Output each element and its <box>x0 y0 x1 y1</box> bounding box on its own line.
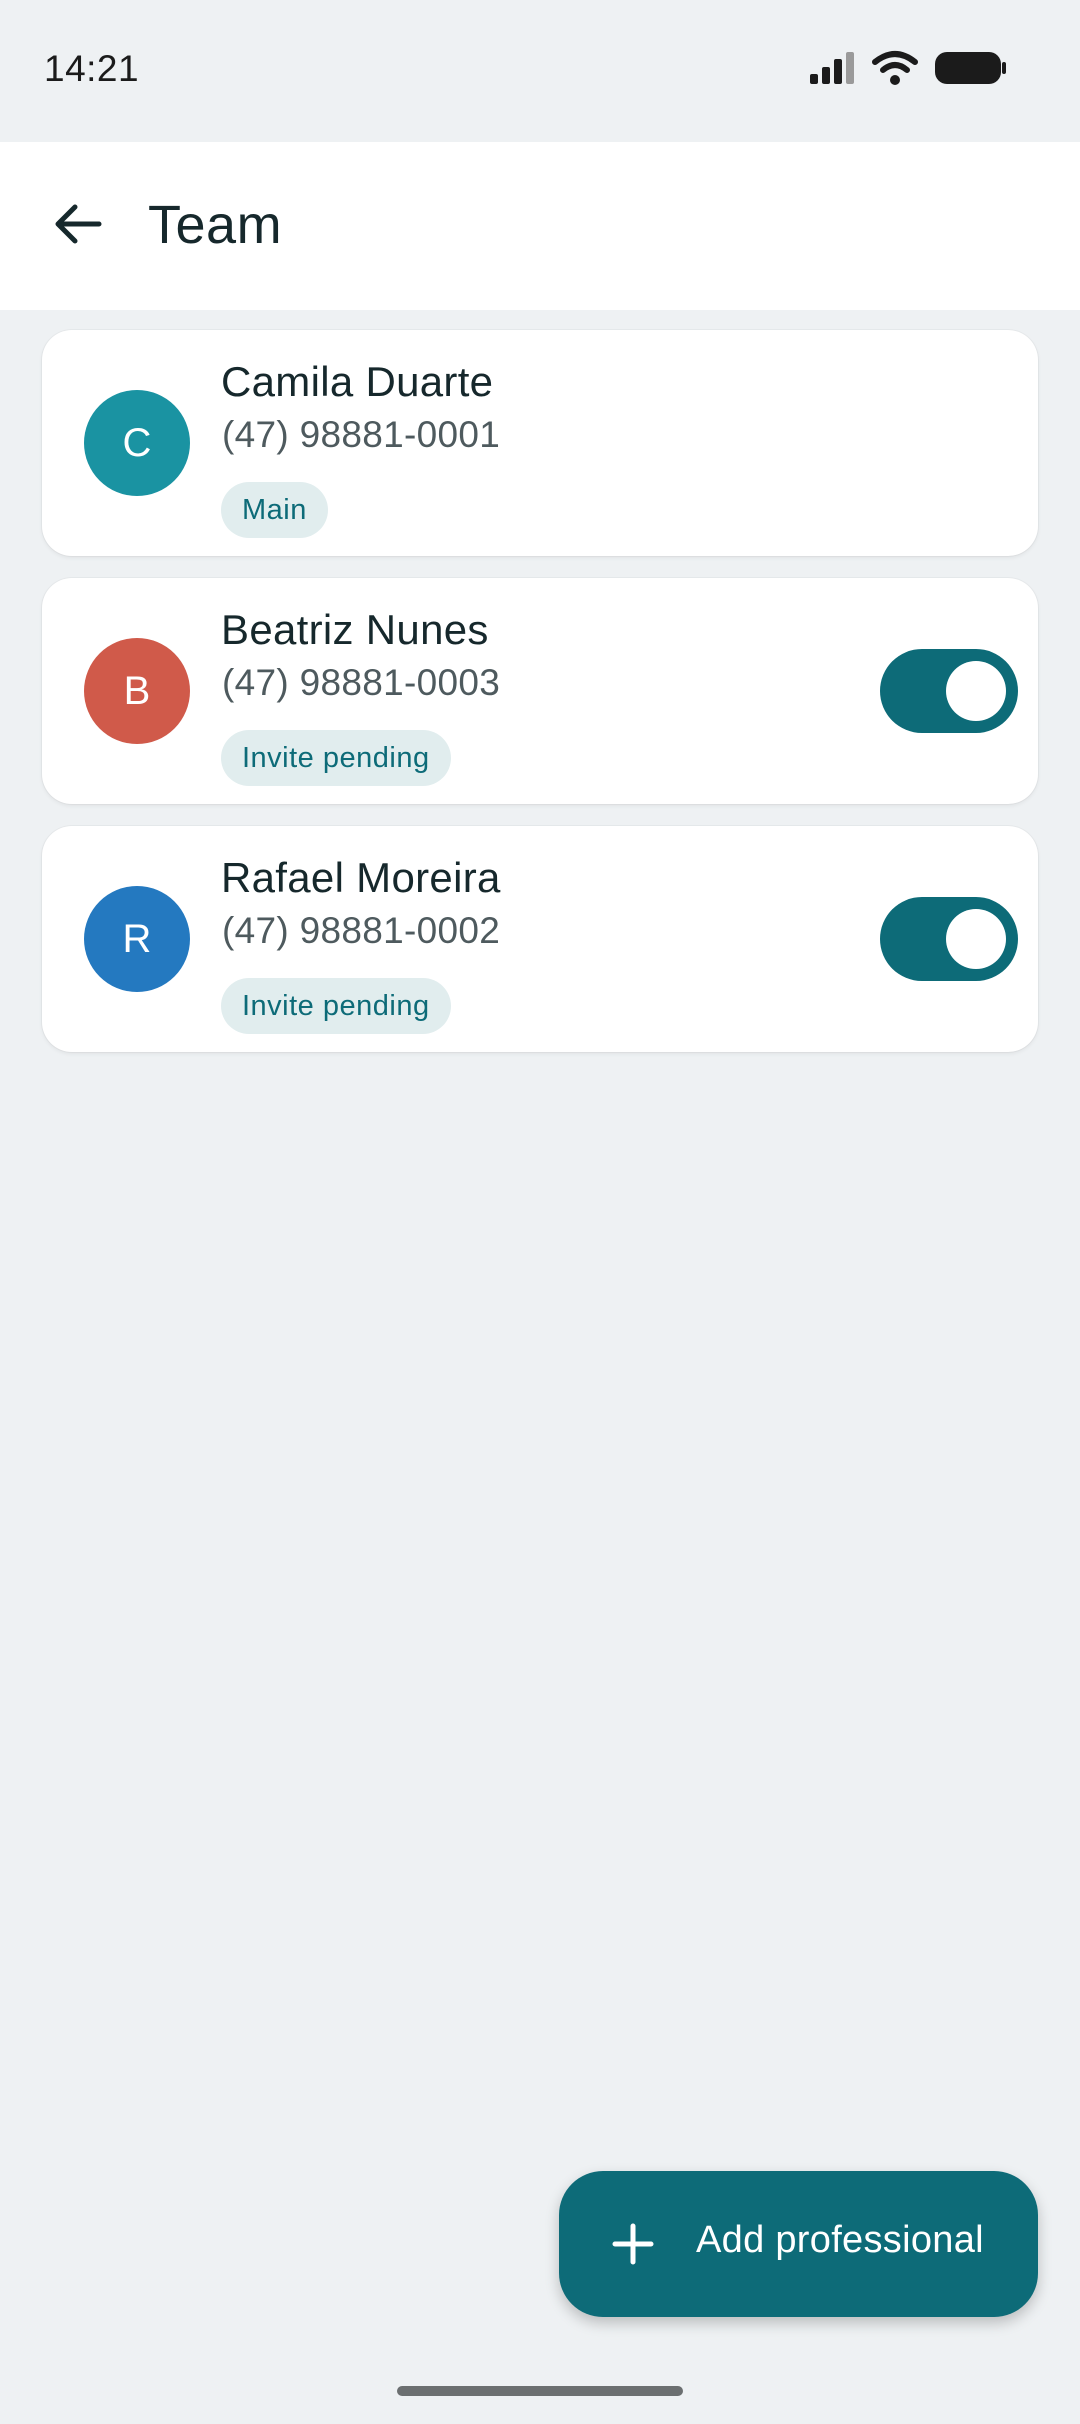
status-icons <box>808 50 1008 91</box>
team-member-list: C Camila Duarte (47) 98881-0001 Main B B… <box>42 330 1038 1074</box>
member-phone: (47) 98881-0003 <box>222 662 501 703</box>
toggle-knob <box>946 661 1006 721</box>
avatar-initial: B <box>123 668 151 713</box>
role-badge: Main <box>221 482 328 538</box>
add-professional-label: Add professional <box>696 2219 984 2261</box>
member-card[interactable]: B Beatriz Nunes (47) 98881-0003 Invite p… <box>42 578 1038 804</box>
arrow-left-icon <box>53 202 103 251</box>
member-phone: (47) 98881-0001 <box>222 414 501 455</box>
avatar-initial: R <box>122 916 152 961</box>
avatar-initial: C <box>122 420 152 465</box>
back-button[interactable] <box>34 182 122 270</box>
avatar: R <box>84 886 190 992</box>
status-time: 14:21 <box>44 48 140 89</box>
status-badge: Invite pending <box>221 978 451 1034</box>
app-bar: Team <box>0 142 1080 310</box>
member-card[interactable]: C Camila Duarte (47) 98881-0001 Main <box>42 330 1038 556</box>
avatar: B <box>84 638 190 744</box>
member-name: Beatriz Nunes <box>221 606 489 653</box>
member-active-toggle[interactable] <box>880 649 1018 733</box>
wifi-icon <box>872 50 918 91</box>
toggle-knob <box>946 909 1006 969</box>
member-card[interactable]: R Rafael Moreira (47) 98881-0002 Invite … <box>42 826 1038 1052</box>
signal-icon <box>808 50 856 91</box>
page-title: Team <box>148 195 283 255</box>
plus-icon <box>611 2222 655 2266</box>
add-professional-button[interactable]: Add professional <box>559 2171 1038 2317</box>
member-phone: (47) 98881-0002 <box>222 910 501 951</box>
home-indicator[interactable] <box>397 2386 683 2396</box>
battery-icon <box>934 50 1008 91</box>
status-bar: 14:21 <box>0 0 1080 142</box>
member-name: Camila Duarte <box>221 358 494 405</box>
status-badge: Invite pending <box>221 730 451 786</box>
member-active-toggle[interactable] <box>880 897 1018 981</box>
member-name: Rafael Moreira <box>221 854 501 901</box>
avatar: C <box>84 390 190 496</box>
